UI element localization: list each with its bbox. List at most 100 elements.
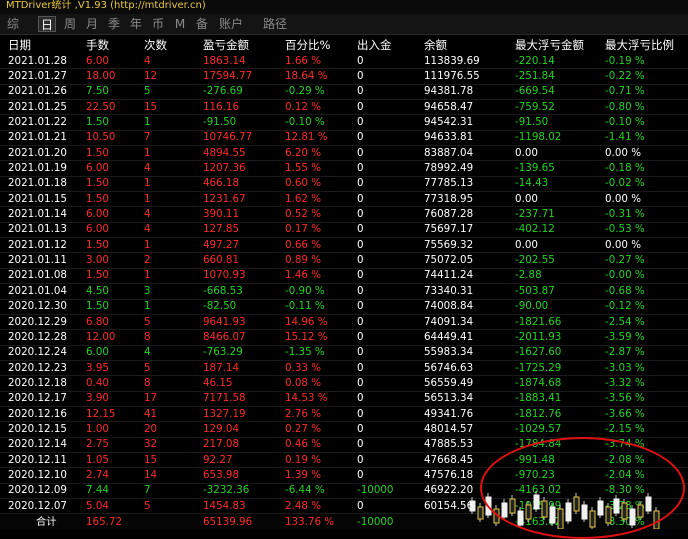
cell-5: 0 (357, 252, 424, 269)
cell-7: -1627.60 (515, 345, 605, 361)
tab-5[interactable]: 年 (128, 16, 144, 32)
column-header-7[interactable]: 最大浮亏金额 (515, 36, 605, 54)
cell-3: 10746.77 (203, 130, 285, 147)
cell-4: 1.66 % (285, 54, 357, 70)
table-row[interactable]: 2021.01.15 1.50 1 1231.67 1.62 % 0 77318.95 0.0… (0, 191, 688, 208)
cell-0: 2021.01.14 (0, 206, 86, 223)
table-row[interactable]: 2021.01.19 6.00 4 1207.36 1.55 % 0 78992.49 -13… (0, 160, 688, 177)
cell-5: 0 (357, 437, 424, 453)
column-header-8[interactable]: 最大浮亏比例 (605, 36, 688, 54)
cell-7: -202.55 (515, 252, 605, 269)
cell-3: 129.04 (203, 421, 285, 438)
period-tab-bar: 综 日周月季年币 M 备账户 路径 (0, 14, 688, 35)
cell-8: -3.59 % (605, 329, 688, 346)
cell-8: -0.68 % (605, 283, 688, 300)
table-row[interactable]: 2021.01.21 10.50 7 10746.77 12.81 % 0 94633.81… (0, 130, 688, 147)
table-row[interactable]: 2021.01.25 22.50 15 116.16 0.12 % 0 94658.47 -7… (0, 99, 688, 116)
column-header-0[interactable]: 日期 (0, 36, 86, 54)
table-row[interactable]: 2021.01.08 1.50 1 1070.93 1.46 % 0 74411.24 -2.… (0, 268, 688, 285)
table-row[interactable]: 2020.12.15 1.00 20 129.04 0.27 % 0 48014.57 -10… (0, 421, 688, 438)
table-row[interactable]: 2021.01.20 1.50 1 4894.55 6.20 % 0 83887.04 0.0… (0, 145, 688, 162)
cell-4: 0.17 % (285, 222, 357, 239)
tab-7[interactable]: M (172, 16, 188, 32)
column-header-5[interactable]: 出入金 (357, 36, 424, 54)
table-row[interactable]: 2021.01.27 18.00 12 17594.77 18.64 % 0 111976.… (0, 68, 688, 85)
cell-1: 1.50 (86, 176, 144, 193)
tab-9[interactable]: 账户 (216, 16, 246, 32)
table-row[interactable]: 2020.12.16 12.15 41 1327.19 2.76 % 0 49341.76-… (0, 406, 688, 423)
table-row[interactable]: 2020.12.30 1.50 1 -82.50 -0.11 % 0 74008.84 -90… (0, 299, 688, 315)
cell-1: 1.00 (86, 421, 144, 438)
table-row[interactable]: 2020.12.28 12.00 8 8466.07 15.12 % 0 64449.41-… (0, 329, 688, 346)
cell-0: 2020.12.23 (0, 360, 86, 377)
cell-6: 78992.49 (424, 160, 515, 177)
cell-1: 1.50 (86, 268, 144, 285)
cell-7: 0.00 (515, 191, 605, 208)
cell-0: 2021.01.28 (0, 54, 86, 70)
table-row[interactable]: 2020.12.29 6.80 5 9641.93 14.96 % 0 74091.34 -1… (0, 314, 688, 331)
cell-8: -0.53 % (605, 222, 688, 239)
table-row[interactable]: 2021.01.12 1.50 1 497.27 0.66 % 0 75569.32 0.00… (0, 237, 688, 254)
cell-5: 0 (357, 54, 424, 70)
table-row[interactable]: 2020.12.24 6.00 4 -763.29 -1.35 % 0 55983.34 -1… (0, 345, 688, 361)
cell-2: 32 (144, 437, 203, 453)
table-row[interactable]: 2020.12.18 0.40 8 46.15 0.08 % 0 56559.49 -1874… (0, 375, 688, 392)
cell-6: 76087.28 (424, 206, 515, 223)
cell-5: 0 (357, 160, 424, 177)
table-row[interactable]: 2020.12.17 3.90 17 7171.58 14.53 % 0 56513.34-… (0, 391, 688, 407)
tab-6[interactable]: 币 (150, 16, 166, 32)
column-header-1[interactable]: 手数 (86, 36, 144, 54)
table-row[interactable]: 2021.01.26 7.50 5 -276.69 -0.29 % 0 94381.78 -6… (0, 84, 688, 101)
cell-3: 4894.55 (203, 145, 285, 162)
tab-0[interactable]: 综 (5, 16, 21, 32)
cell-2: 4 (144, 345, 203, 361)
cell-7: -1821.66 (515, 314, 605, 331)
tab-8[interactable]: 备 (194, 16, 210, 32)
cell-3: 653.98 (203, 467, 285, 484)
cell-4: 0.33 % (285, 360, 357, 377)
cell-3: 390.11 (203, 206, 285, 223)
column-header-2[interactable]: 次数 (144, 36, 203, 54)
cell-3: -82.50 (203, 299, 285, 315)
cell-7: -139.65 (515, 160, 605, 177)
table-row[interactable]: 2021.01.11 3.00 2 660.81 0.89 % 0 75072.05 -202… (0, 252, 688, 269)
cell-7: -759.52 (515, 99, 605, 116)
cell-2: 8 (144, 375, 203, 392)
cell-6: 74091.34 (424, 314, 515, 331)
cell-1: 2.75 (86, 437, 144, 453)
cell-0: 2020.12.15 (0, 421, 86, 438)
table-row[interactable]: 2021.01.18 1.50 1 466.18 0.60 % 0 77785.13 -14.… (0, 176, 688, 193)
cell-1: 3.00 (86, 252, 144, 269)
cell-6: 94542.31 (424, 114, 515, 131)
cell-4: 0.89 % (285, 252, 357, 269)
tab-10[interactable]: 路径 (259, 16, 291, 32)
cell-7: -402.12 (515, 222, 605, 239)
table-row[interactable]: 2021.01.13 6.00 4 127.85 0.17 % 0 75697.17 -402… (0, 222, 688, 239)
cell-8: -3.66 % (605, 406, 688, 423)
cell-1: 1.50 (86, 237, 144, 254)
table-row[interactable]: 2021.01.22 1.50 1 -91.50 -0.10 % 0 94542.31 -91… (0, 114, 688, 131)
column-header-3[interactable]: 盈亏金额 (203, 36, 285, 54)
table-row[interactable]: 2021.01.14 6.00 4 390.11 0.52 % 0 76087.28 -237… (0, 206, 688, 223)
cell-5: 0 (357, 130, 424, 147)
cell-4: 15.12 % (285, 329, 357, 346)
cell-4: -0.90 % (285, 283, 357, 300)
cell-5: 0 (357, 268, 424, 285)
table-row[interactable]: 2021.01.28 6.00 4 1863.14 1.66 % 0 113839.69 -2… (0, 54, 688, 70)
tab-2[interactable]: 周 (62, 16, 78, 32)
tab-1[interactable]: 日 (38, 16, 56, 32)
column-header-6[interactable]: 余额 (424, 36, 515, 54)
column-header-4[interactable]: 百分比% (285, 36, 357, 54)
cell-0: 2020.12.16 (0, 406, 86, 423)
cell-1: 18.00 (86, 68, 144, 85)
cell-4: 14.96 % (285, 314, 357, 331)
cell-1: 6.00 (86, 54, 144, 70)
cell-6: 56513.34 (424, 391, 515, 407)
tab-4[interactable]: 季 (106, 16, 122, 32)
table-row[interactable]: 2020.12.23 3.95 5 187.14 0.33 % 0 56746.63 -172… (0, 360, 688, 377)
cell-3: 7171.58 (203, 391, 285, 407)
table-row[interactable]: 2021.01.04 4.50 3 -668.53 -0.90 % 0 73340.31 -5… (0, 283, 688, 300)
tab-3[interactable]: 月 (84, 16, 100, 32)
cell-7: -251.84 (515, 68, 605, 85)
cell-3: 1070.93 (203, 268, 285, 285)
